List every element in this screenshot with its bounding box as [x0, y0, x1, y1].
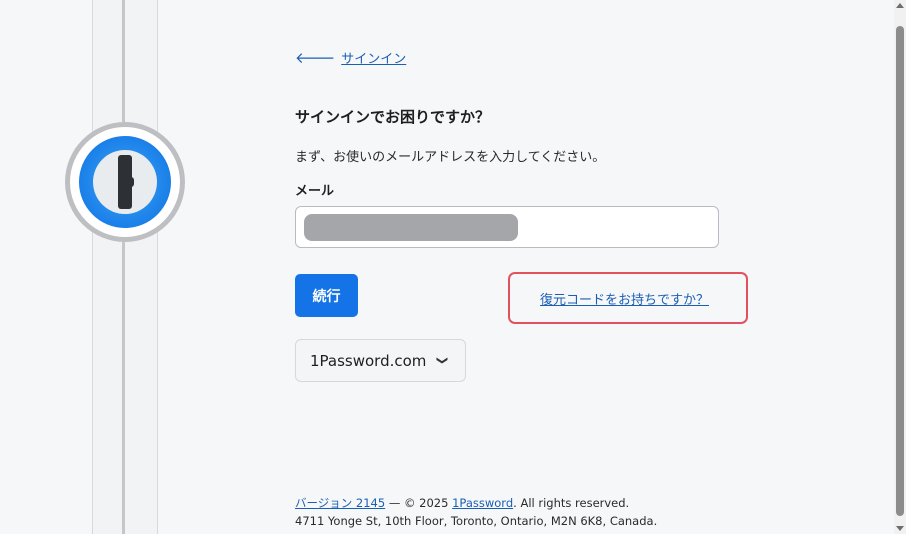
scrollbar[interactable]	[894, 0, 906, 534]
logo-keyhole-notch	[128, 177, 134, 187]
scroll-thumb[interactable]	[896, 26, 904, 516]
scroll-up-icon[interactable]	[896, 3, 904, 8]
domain-select[interactable]: 1Password.com ❯	[295, 339, 466, 382]
chevron-down-icon: ❯	[436, 355, 450, 366]
brand-link[interactable]: 1Password	[452, 496, 513, 510]
email-value-redacted	[304, 214, 518, 241]
instruction-text: まず、お使いのメールアドレスを入力してください。	[295, 150, 606, 165]
footer-address: 4711 Yonge St, 10th Floor, Toronto, Onta…	[295, 514, 658, 528]
domain-select-value: 1Password.com	[310, 351, 427, 370]
back-link-label: サインイン	[341, 52, 407, 67]
rail-line	[122, 0, 125, 534]
footer-line-1: バージョン 2145 — © 2025 1Password. All right…	[295, 494, 657, 512]
version-link[interactable]: バージョン 2145	[295, 496, 385, 510]
scroll-down-icon[interactable]	[896, 526, 904, 531]
footer-rights: . All rights reserved.	[513, 496, 630, 510]
continue-button[interactable]: 続行	[295, 274, 358, 317]
email-label: メール	[295, 184, 335, 199]
1password-logo-icon	[65, 122, 185, 242]
left-rail	[92, 0, 158, 534]
recovery-code-link[interactable]: 復元コードをお持ちですか？	[540, 289, 709, 308]
footer: バージョン 2145 — © 2025 1Password. All right…	[295, 494, 657, 530]
email-field[interactable]	[295, 206, 719, 248]
back-to-signin-link[interactable]: 🡐 サインイン	[295, 48, 406, 67]
page-title: サインインでお困りですか？	[295, 108, 491, 126]
footer-copyright: — © 2025	[385, 496, 453, 510]
arrow-left-icon: 🡐	[295, 49, 336, 67]
